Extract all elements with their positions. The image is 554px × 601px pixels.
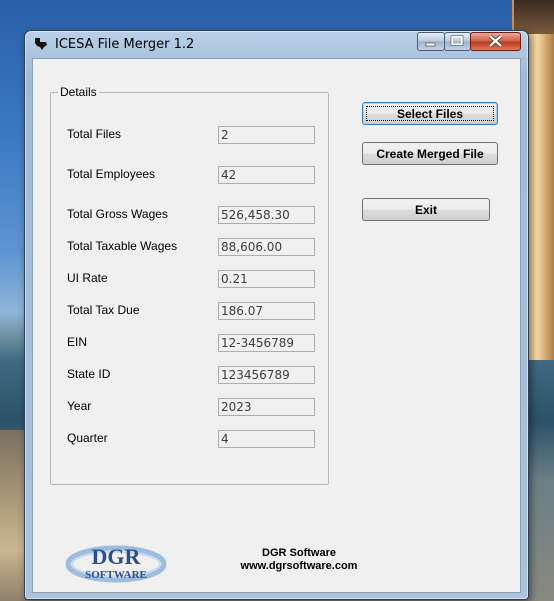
quarter-label: Quarter [67,431,108,445]
create-merged-file-label: Create Merged File [376,147,484,161]
total-employees-label: Total Employees [67,167,156,181]
details-legend: Details [58,85,99,99]
texas-icon[interactable] [34,37,48,51]
company-info: DGR Software www.dgrsoftware.com [229,547,369,573]
maximize-icon [450,35,464,46]
exit-label: Exit [414,203,437,217]
year-field[interactable]: 2023 [218,398,315,416]
select-files-button[interactable]: Select Files [362,102,498,125]
app-window: ICESA File Merger 1.2 Details Total File… [24,30,529,600]
company-url: www.dgrsoftware.com [240,560,358,572]
total-files-label: Total Files [67,127,122,141]
total-gross-wages-label: Total Gross Wages [67,207,168,221]
ui-rate-field[interactable]: 0.21 [218,270,315,288]
desktop-lighthouse-lamp [514,0,554,34]
window-client-area: Details Total Files 2 Total Employees 42… [32,58,521,593]
title-bar[interactable]: ICESA File Merger 1.2 [25,31,528,57]
close-icon [488,34,503,48]
ein-field[interactable]: 12-3456789 [218,334,315,352]
total-files-field[interactable]: 2 [218,126,315,144]
focus-rectangle [366,106,494,121]
total-tax-due-label: Total Tax Due [67,303,140,317]
state-id-label: State ID [67,367,111,381]
minimize-icon [425,42,436,47]
total-taxable-wages-label: Total Taxable Wages [67,239,178,253]
quarter-field[interactable]: 4 [218,430,315,448]
total-employees-field[interactable]: 42 [218,166,315,184]
details-groupbox: Details Total Files 2 Total Employees 42… [50,85,329,485]
total-taxable-wages-field[interactable]: 88,606.00 [218,238,315,256]
total-tax-due-field[interactable]: 186.07 [218,302,315,320]
exit-button[interactable]: Exit [362,198,490,221]
maximize-button[interactable] [444,32,471,51]
create-merged-file-button[interactable]: Create Merged File [362,142,498,165]
ui-rate-label: UI Rate [67,271,108,285]
company-name: DGR Software [262,547,336,559]
minimize-button[interactable] [417,32,445,51]
close-button[interactable] [470,32,521,51]
total-gross-wages-field[interactable]: 526,458.30 [218,206,315,224]
logo-text-software: SOFTWARE [85,569,147,581]
state-id-field[interactable]: 123456789 [218,366,315,384]
ein-label: EIN [67,335,88,349]
window-title: ICESA File Merger 1.2 [55,37,195,52]
logo-text-dgr: DGR [92,544,142,569]
dgr-software-logo: DGR SOFTWARE [65,542,167,584]
year-label: Year [67,399,92,413]
